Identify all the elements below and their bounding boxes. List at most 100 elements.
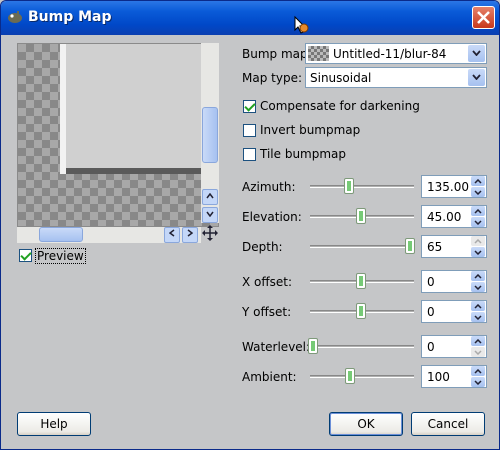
help-button[interactable]: Help bbox=[17, 412, 91, 436]
elevation-spinbutton[interactable]: 45.00 bbox=[421, 205, 487, 228]
bump-map-dialog: Bump Map Preview Bump map: Untitled-11/b… bbox=[0, 0, 500, 450]
depth-spinbutton[interactable]: 65 bbox=[421, 235, 487, 258]
bump-map-dropdown-arrow[interactable] bbox=[468, 45, 485, 62]
y-offset-decrement[interactable] bbox=[471, 312, 485, 322]
title-bar[interactable]: Bump Map bbox=[1, 1, 499, 35]
chevron-down-icon bbox=[206, 211, 214, 218]
cancel-button[interactable]: Cancel bbox=[411, 412, 485, 436]
scroll-right-button[interactable] bbox=[182, 227, 198, 243]
depth-decrement[interactable] bbox=[471, 247, 485, 257]
azimuth-slider-thumb[interactable] bbox=[344, 178, 354, 194]
chevron-down-icon bbox=[472, 50, 481, 56]
waterlevel-label: Waterlevel: bbox=[242, 340, 311, 354]
chevron-up-icon bbox=[474, 274, 482, 279]
chevron-down-icon bbox=[472, 74, 481, 80]
azimuth-value: 135.00 bbox=[427, 180, 469, 194]
ok-button[interactable]: OK bbox=[329, 412, 403, 436]
tile-bumpmap-label[interactable]: Tile bumpmap bbox=[260, 147, 346, 161]
waterlevel-decrement[interactable] bbox=[471, 347, 485, 357]
chevron-up-icon bbox=[474, 209, 482, 214]
chevron-down-icon bbox=[474, 380, 482, 385]
ambient-slider[interactable] bbox=[310, 375, 414, 378]
chevron-down-icon bbox=[474, 285, 482, 290]
chevron-up-icon bbox=[474, 179, 482, 184]
scroll-left-button[interactable] bbox=[164, 227, 180, 243]
azimuth-decrement[interactable] bbox=[471, 187, 485, 197]
depth-increment[interactable] bbox=[471, 236, 485, 246]
compensate-darkening-checkbox[interactable] bbox=[243, 100, 256, 113]
invert-bumpmap-checkbox[interactable] bbox=[243, 124, 256, 137]
chevron-left-icon bbox=[168, 229, 175, 237]
y-offset-spinbutton[interactable]: 0 bbox=[421, 300, 487, 323]
map-type-dropdown-arrow[interactable] bbox=[468, 69, 485, 86]
ambient-slider-thumb[interactable] bbox=[345, 368, 355, 384]
ambient-label: Ambient: bbox=[242, 370, 297, 384]
y-offset-value: 0 bbox=[427, 305, 435, 319]
chevron-down-icon bbox=[474, 250, 482, 255]
depth-label: Depth: bbox=[242, 240, 283, 254]
gimp-wilber-icon bbox=[8, 11, 22, 23]
window-title: Bump Map bbox=[28, 9, 112, 25]
y-offset-increment[interactable] bbox=[471, 301, 485, 311]
depth-slider[interactable] bbox=[310, 245, 414, 248]
x-offset-label: X offset: bbox=[242, 275, 293, 289]
x-offset-spinbutton[interactable]: 0 bbox=[421, 270, 487, 293]
scroll-down-button[interactable] bbox=[202, 207, 218, 223]
vertical-scroll-thumb[interactable] bbox=[202, 107, 218, 163]
map-type-label: Map type: bbox=[242, 71, 302, 85]
bump-map-value: Untitled-11/blur-84 bbox=[333, 47, 447, 61]
drawable-thumbnail bbox=[308, 46, 329, 61]
chevron-down-icon bbox=[474, 190, 482, 195]
scroll-up-button[interactable] bbox=[202, 189, 218, 205]
ambient-spinbutton[interactable]: 100 bbox=[421, 365, 487, 388]
busy-cursor-icon bbox=[294, 15, 309, 34]
chevron-right-icon bbox=[187, 229, 194, 237]
x-offset-slider-thumb[interactable] bbox=[356, 273, 366, 289]
chevron-down-icon bbox=[474, 315, 482, 320]
ambient-increment[interactable] bbox=[471, 366, 485, 376]
x-offset-value: 0 bbox=[427, 275, 435, 289]
waterlevel-slider[interactable] bbox=[310, 345, 414, 348]
chevron-up-icon bbox=[474, 304, 482, 309]
waterlevel-spinbutton[interactable]: 0 bbox=[421, 335, 487, 358]
x-offset-decrement[interactable] bbox=[471, 282, 485, 292]
elevation-label: Elevation: bbox=[242, 210, 302, 224]
chevron-up-icon bbox=[474, 239, 482, 244]
waterlevel-value: 0 bbox=[427, 340, 435, 354]
chevron-down-icon bbox=[474, 350, 482, 355]
bump-map-label: Bump map: bbox=[242, 47, 312, 61]
y-offset-slider-thumb[interactable] bbox=[356, 303, 366, 319]
bump-map-select[interactable]: Untitled-11/blur-84 bbox=[305, 43, 487, 64]
chevron-up-icon bbox=[474, 369, 482, 374]
map-type-value: Sinusoidal bbox=[310, 71, 372, 85]
y-offset-label: Y offset: bbox=[242, 305, 292, 319]
elevation-increment[interactable] bbox=[471, 206, 485, 216]
bump-preview-image bbox=[60, 44, 218, 174]
elevation-slider-thumb[interactable] bbox=[356, 208, 366, 224]
azimuth-slider[interactable] bbox=[310, 185, 414, 188]
azimuth-label: Azimuth: bbox=[242, 180, 296, 194]
ambient-decrement[interactable] bbox=[471, 377, 485, 387]
depth-slider-thumb[interactable] bbox=[405, 238, 415, 254]
chevron-up-icon bbox=[206, 192, 214, 199]
tile-bumpmap-checkbox[interactable] bbox=[243, 148, 256, 161]
x-offset-increment[interactable] bbox=[471, 271, 485, 281]
chevron-up-icon bbox=[474, 339, 482, 344]
close-button[interactable] bbox=[472, 6, 495, 29]
map-type-select[interactable]: Sinusoidal bbox=[305, 67, 487, 88]
move-arrows-icon[interactable] bbox=[202, 225, 218, 241]
compensate-darkening-label[interactable]: Compensate for darkening bbox=[260, 99, 420, 113]
depth-value: 65 bbox=[427, 240, 443, 254]
preview-label[interactable]: Preview bbox=[35, 248, 86, 264]
elevation-decrement[interactable] bbox=[471, 217, 485, 227]
azimuth-spinbutton[interactable]: 135.00 bbox=[421, 175, 487, 198]
azimuth-increment[interactable] bbox=[471, 176, 485, 186]
ambient-value: 100 bbox=[427, 370, 450, 384]
chevron-down-icon bbox=[474, 220, 482, 225]
waterlevel-slider-thumb[interactable] bbox=[308, 338, 318, 354]
preview-canvas[interactable] bbox=[17, 43, 219, 227]
preview-checkbox[interactable] bbox=[19, 249, 32, 262]
invert-bumpmap-label[interactable]: Invert bumpmap bbox=[260, 123, 360, 137]
horizontal-scroll-thumb[interactable] bbox=[39, 227, 83, 242]
waterlevel-increment[interactable] bbox=[471, 336, 485, 346]
